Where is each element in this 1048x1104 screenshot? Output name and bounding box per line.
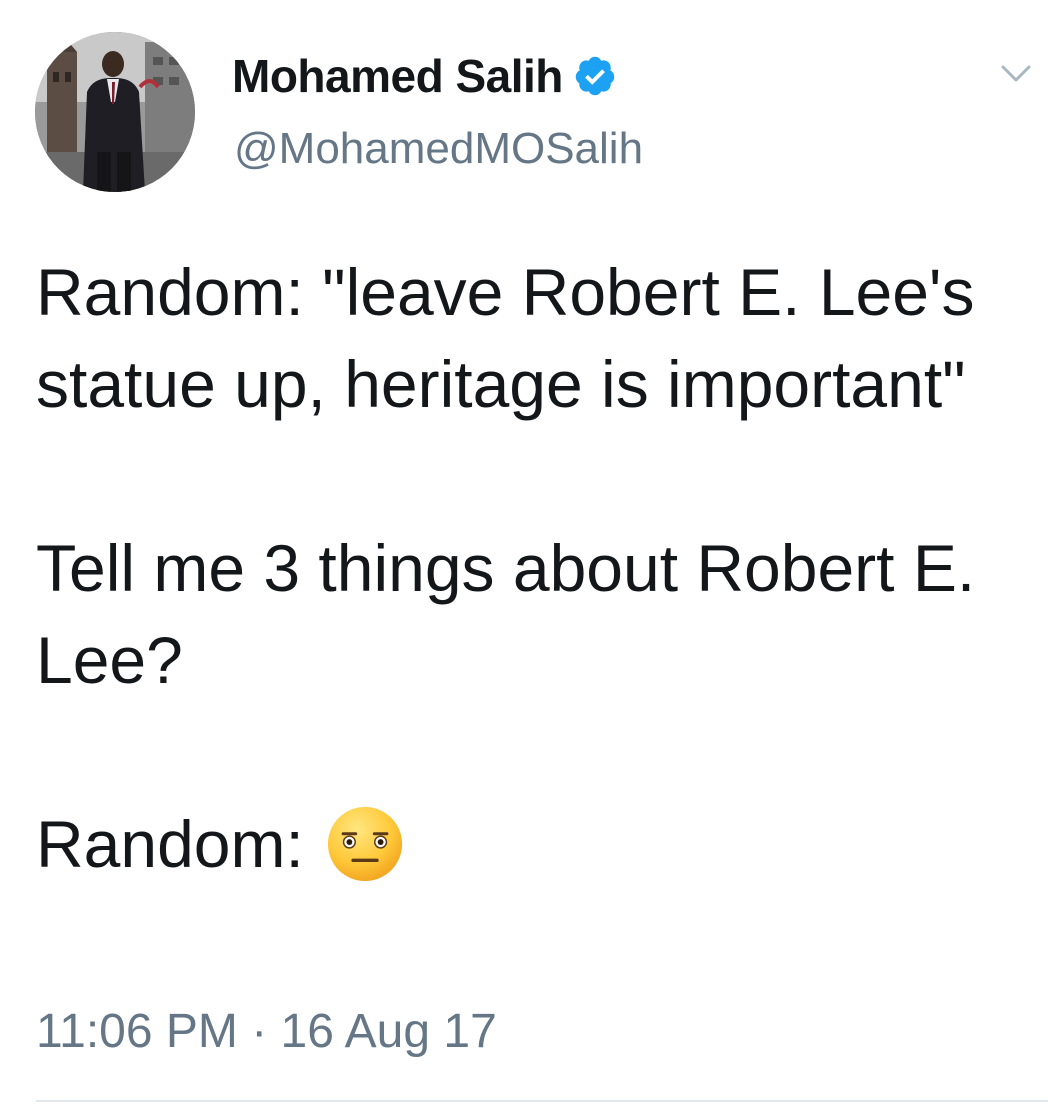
chevron-down-icon	[1000, 64, 1032, 84]
verified-badge-icon	[573, 54, 617, 98]
author-display-name[interactable]: Mohamed Salih	[232, 49, 563, 103]
more-options-button[interactable]	[998, 56, 1034, 92]
avatar[interactable]	[35, 32, 195, 192]
tweet-paragraph: Random: "leave Robert E. Lee's statue up…	[36, 255, 975, 421]
author-name-row: Mohamed Salih	[232, 48, 617, 104]
divider	[36, 1100, 1048, 1102]
tweet-paragraph: Tell me 3 things about Robert E. Lee?	[36, 531, 976, 697]
tweet-paragraph: Random:	[36, 798, 1026, 890]
author-handle[interactable]: @MohamedMOSalih	[234, 124, 643, 174]
tweet-card: Mohamed Salih @MohamedMOSalih Random: "l…	[0, 0, 1048, 1104]
neutral-face-emoji-icon	[326, 805, 404, 883]
tweet-text: Random: "leave Robert E. Lee's statue up…	[36, 246, 1026, 890]
tweet-timestamp[interactable]: 11:06 PM · 16 Aug 17	[36, 1004, 497, 1059]
tweet-last-line-text: Random:	[36, 807, 304, 881]
